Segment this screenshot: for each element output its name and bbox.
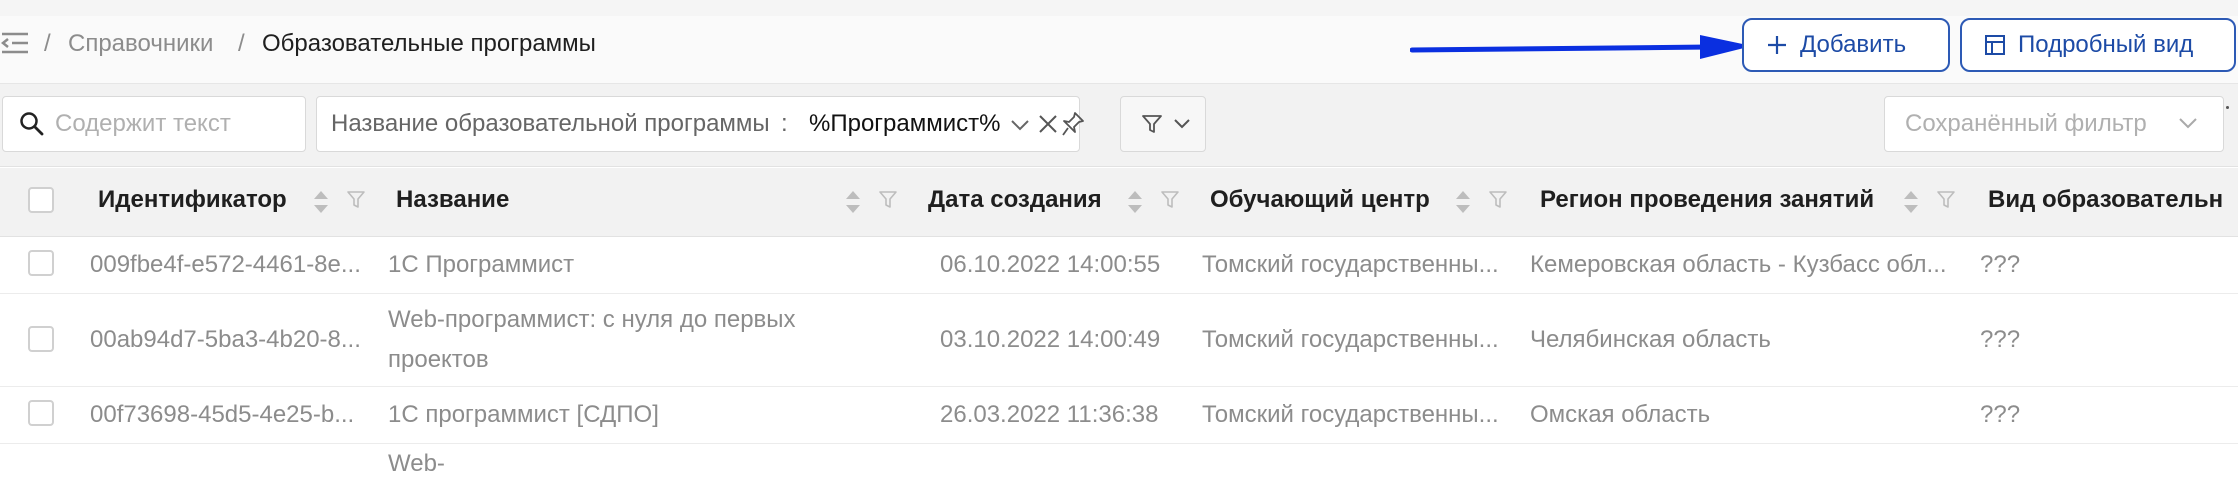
top-strip <box>0 0 2238 17</box>
add-button[interactable]: Добавить <box>1742 18 1950 72</box>
column-filter-icon[interactable] <box>1936 189 1956 211</box>
column-header-id[interactable]: Идентификатор <box>98 186 287 214</box>
cell-created: 06.10.2022 14:00:55 <box>940 251 1161 278</box>
sort-icon[interactable] <box>1454 189 1472 215</box>
pin-icon[interactable] <box>1061 111 1085 137</box>
cell-kind: ??? <box>1980 401 2021 428</box>
cell-region: Омская область <box>1530 401 1711 428</box>
breadcrumb-parent-link[interactable]: Справочники <box>68 29 213 59</box>
cell-name: 1С Программист <box>388 251 575 278</box>
annotation-arrow-icon <box>1410 35 1752 59</box>
row-checkbox[interactable] <box>28 400 54 426</box>
cell-kind: ??? <box>1980 326 2021 353</box>
breadcrumb-current: Образовательные программы <box>262 30 596 57</box>
sort-icon[interactable] <box>1126 189 1144 215</box>
table-row[interactable]: 00f73698-45d5-4e25-b... 1С программист [… <box>0 387 2238 444</box>
row-checkbox[interactable] <box>28 250 54 276</box>
filter-chip-separator: : <box>781 110 788 137</box>
column-filter-icon[interactable] <box>346 189 366 211</box>
active-filter-chip[interactable]: Название образовательной программы : %Пр… <box>316 96 1084 152</box>
column-filter-icon[interactable] <box>1488 189 1508 211</box>
sort-icon[interactable] <box>844 189 862 215</box>
column-header-name[interactable]: Название <box>396 186 509 214</box>
filter-chip-value: %Программист% <box>809 110 1001 137</box>
sort-icon[interactable] <box>1902 189 1920 215</box>
cell-id: 009fbe4f-e572-4461-8e... <box>90 251 361 278</box>
chevron-down-icon <box>1174 119 1190 129</box>
cell-created: 03.10.2022 14:00:49 <box>940 326 1161 353</box>
search-placeholder: Содержит текст <box>55 110 231 137</box>
cell-created: 26.03.2022 11:36:38 <box>940 401 1159 428</box>
chevron-down-icon[interactable] <box>1009 115 1031 135</box>
search-icon <box>20 112 44 136</box>
table-row[interactable]: 00ab94d7-5ba3-4b20-8... Web-программист:… <box>0 294 2238 387</box>
next-row-partial-text: Web- <box>388 450 445 477</box>
saved-filter-placeholder: Сохранённый фильтр <box>1905 110 2147 137</box>
cell-name: Web-программист: с нуля до первых проект… <box>388 306 796 373</box>
filter-icon <box>1142 115 1162 133</box>
row-checkbox[interactable] <box>28 326 54 352</box>
sort-icon[interactable] <box>312 189 330 215</box>
breadcrumb-separator: / <box>238 30 245 57</box>
column-filter-icon[interactable] <box>1160 189 1180 211</box>
filter-menu-button[interactable] <box>1120 96 1206 152</box>
close-icon[interactable] <box>1037 113 1059 135</box>
chevron-down-icon <box>2179 118 2197 129</box>
breadcrumb-separator: / <box>44 30 51 57</box>
column-header-region[interactable]: Регион проведения занятий <box>1540 186 1874 214</box>
more-options-dot[interactable] <box>2226 106 2229 109</box>
search-input[interactable]: Содержит текст <box>2 96 306 152</box>
select-all-checkbox[interactable] <box>28 187 54 213</box>
cell-name: 1С программист [СДПО] <box>388 401 659 428</box>
cell-id: 00ab94d7-5ba3-4b20-8... <box>90 326 361 353</box>
detail-view-button[interactable]: Подробный вид <box>1960 18 2236 72</box>
column-header-kind[interactable]: Вид образовательн <box>1988 186 2223 214</box>
cell-kind: ??? <box>1980 251 2021 278</box>
cell-center: Томский государственны... <box>1202 251 1499 278</box>
saved-filter-select[interactable]: Сохранённый фильтр <box>1884 96 2224 152</box>
column-header-created[interactable]: Дата создания <box>928 186 1102 214</box>
column-header-center[interactable]: Обучающий центр <box>1210 186 1430 214</box>
cell-id: 00f73698-45d5-4e25-b... <box>90 401 355 428</box>
column-filter-icon[interactable] <box>878 189 898 211</box>
cell-center: Томский государственны... <box>1202 401 1499 428</box>
cell-region: Кемеровская область - Кузбасс обл... <box>1530 251 1947 278</box>
table-row[interactable]: 009fbe4f-e572-4461-8e... 1С Программист … <box>0 237 2238 294</box>
table-layout-icon <box>1985 35 2005 55</box>
cell-center: Томский государственны... <box>1202 326 1499 353</box>
collapse-menu-icon[interactable] <box>0 30 30 56</box>
cell-region: Челябинская область <box>1530 326 1771 353</box>
add-button-label: Добавить <box>1800 31 1907 58</box>
filter-chip-label: Название образовательной программы <box>331 110 770 137</box>
detail-view-button-label: Подробный вид <box>2018 31 2194 58</box>
plus-icon <box>1768 36 1786 54</box>
